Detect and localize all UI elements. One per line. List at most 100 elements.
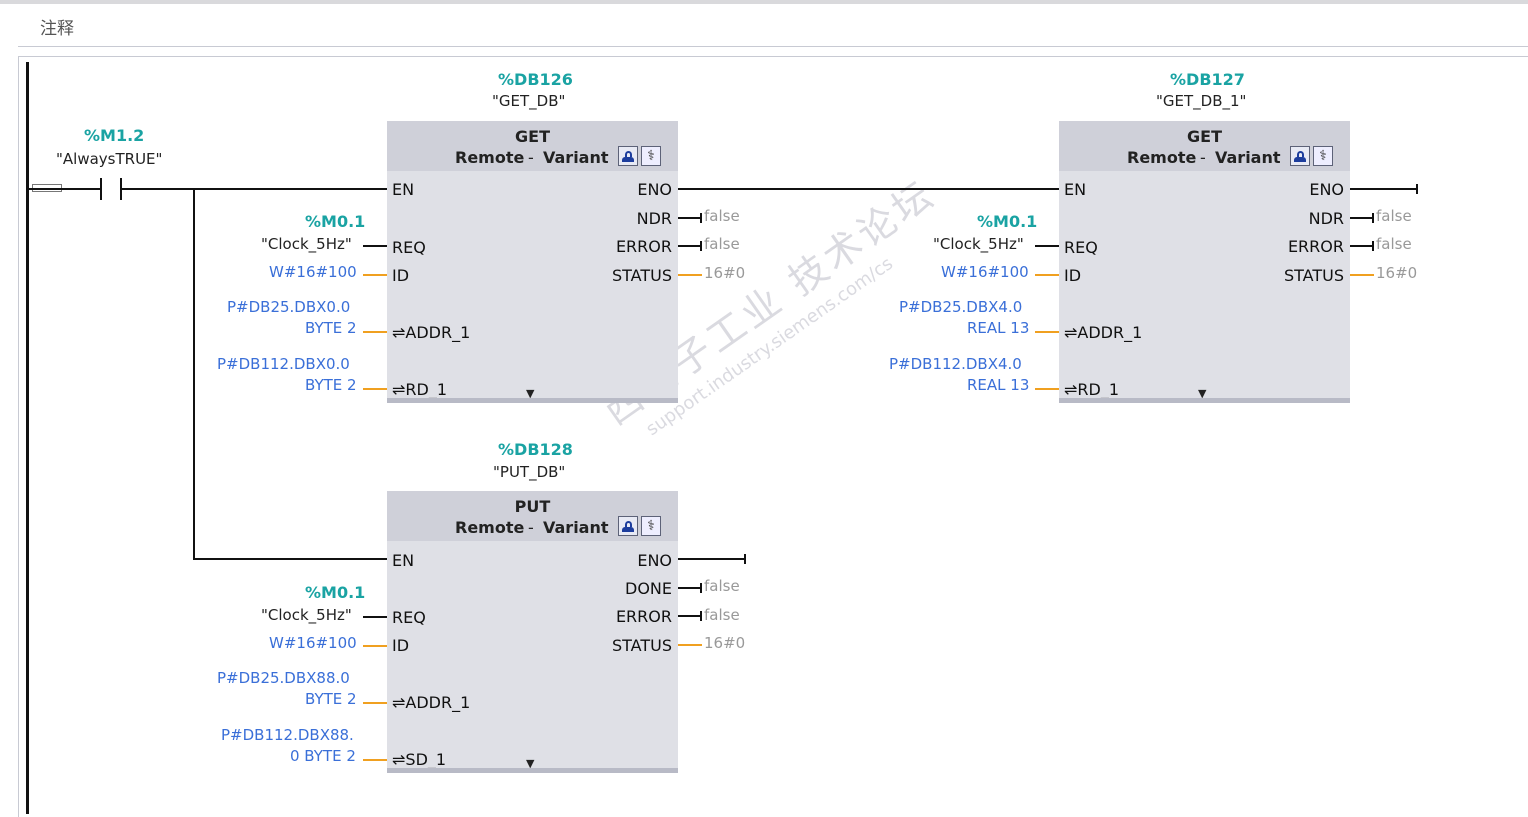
pin-en: EN bbox=[392, 551, 415, 570]
wire-end bbox=[700, 241, 702, 251]
get-block-type: GET bbox=[515, 127, 550, 146]
ndr-value: false bbox=[1376, 207, 1412, 225]
remote-param[interactable]: Remote bbox=[1123, 148, 1200, 167]
wire bbox=[193, 558, 387, 560]
addr-value-line1[interactable]: P#DB25.DBX4.0 bbox=[899, 300, 1022, 315]
done-value: false bbox=[704, 577, 740, 595]
pin-ndr: NDR bbox=[636, 209, 672, 228]
online-diagnostics-icon[interactable] bbox=[618, 516, 638, 536]
variant-param[interactable]: Variant bbox=[539, 148, 613, 167]
pin-id: ID bbox=[1064, 266, 1082, 285]
rd-value-line2[interactable]: BYTE 2 bbox=[305, 378, 357, 393]
error-value: false bbox=[1376, 235, 1412, 253]
eno-wire bbox=[678, 558, 746, 560]
rd-wire bbox=[363, 388, 387, 390]
ndr-wire bbox=[678, 217, 702, 219]
pin-eno: ENO bbox=[1309, 180, 1344, 199]
pin-status: STATUS bbox=[611, 636, 672, 655]
pin-sd-1: ⇌SD_1 bbox=[392, 750, 447, 769]
sd-value-line1[interactable]: P#DB112.DBX88. bbox=[221, 728, 354, 743]
wire-end bbox=[744, 554, 746, 564]
req-symbol[interactable]: "Clock_5Hz" bbox=[261, 237, 352, 252]
online-diagnostics-icon[interactable] bbox=[618, 146, 638, 166]
sd-wire bbox=[363, 759, 387, 761]
variant-param[interactable]: Variant bbox=[1211, 148, 1285, 167]
wire-end bbox=[1416, 184, 1418, 194]
req-wire bbox=[363, 245, 387, 247]
pin-error: ERROR bbox=[1287, 237, 1344, 256]
stethoscope-icon[interactable]: ⚕ bbox=[1313, 146, 1333, 166]
contact-left-bar[interactable] bbox=[100, 178, 102, 200]
error-value: false bbox=[704, 606, 740, 624]
id-wire bbox=[1035, 274, 1059, 276]
pin-addr-1: ⇌ADDR_1 bbox=[1064, 323, 1143, 342]
status-value: 16#0 bbox=[1376, 264, 1418, 282]
error-wire bbox=[1350, 245, 1374, 247]
block-footer bbox=[387, 768, 678, 773]
top-border bbox=[0, 0, 1528, 4]
addr-value-line1[interactable]: P#DB25.DBX88.0 bbox=[217, 671, 350, 686]
ndr-value: false bbox=[704, 207, 740, 225]
get-db-address[interactable]: %DB126 bbox=[498, 72, 573, 88]
error-value: false bbox=[704, 235, 740, 253]
remote-param[interactable]: Remote bbox=[451, 148, 528, 167]
addr-value-line2[interactable]: REAL 13 bbox=[967, 321, 1029, 336]
addr-value-line2[interactable]: BYTE 2 bbox=[305, 321, 357, 336]
status-value: 16#0 bbox=[704, 264, 746, 282]
wire-end bbox=[700, 213, 702, 223]
variant-param[interactable]: Variant bbox=[539, 518, 613, 537]
param-separator: - bbox=[1200, 148, 1206, 167]
put-db-address[interactable]: %DB128 bbox=[498, 442, 573, 458]
ndr-wire bbox=[1350, 217, 1374, 219]
put-block[interactable]: PUT Remote - Variant ⚕ EN REQ ID ⇌ADDR_1… bbox=[387, 491, 678, 773]
id-wire bbox=[363, 645, 387, 647]
rd-wire bbox=[1035, 388, 1059, 390]
rd-value-line1[interactable]: P#DB112.DBX0.0 bbox=[217, 357, 350, 372]
branch-wire bbox=[193, 188, 195, 560]
online-diagnostics-icon[interactable] bbox=[1290, 146, 1310, 166]
stethoscope-icon[interactable]: ⚕ bbox=[641, 516, 661, 536]
id-value[interactable]: W#16#100 bbox=[269, 636, 357, 651]
req-symbol[interactable]: "Clock_5Hz" bbox=[261, 608, 352, 623]
pin-id: ID bbox=[392, 636, 410, 655]
pin-req: REQ bbox=[392, 238, 426, 257]
addr-wire bbox=[363, 702, 387, 704]
addr-value-line1[interactable]: P#DB25.DBX0.0 bbox=[227, 300, 350, 315]
get-db-symbol[interactable]: "GET_DB" bbox=[492, 94, 565, 109]
pin-status: STATUS bbox=[1283, 266, 1344, 285]
req-address[interactable]: %M0.1 bbox=[305, 214, 365, 230]
pin-req: REQ bbox=[1064, 238, 1098, 257]
param-separator: - bbox=[528, 518, 534, 537]
put-db-symbol[interactable]: "PUT_DB" bbox=[493, 465, 565, 480]
pin-ndr: NDR bbox=[1308, 209, 1344, 228]
pin-eno: ENO bbox=[637, 551, 672, 570]
status-wire bbox=[678, 274, 702, 276]
wire bbox=[29, 188, 100, 190]
sd-value-line2[interactable]: 0 BYTE 2 bbox=[290, 749, 356, 764]
status-wire bbox=[678, 644, 702, 646]
contact-symbol[interactable]: "AlwaysTRUE" bbox=[56, 152, 162, 167]
remote-param[interactable]: Remote bbox=[451, 518, 528, 537]
wire-end bbox=[700, 583, 702, 593]
rd-value-line1[interactable]: P#DB112.DBX4.0 bbox=[889, 357, 1022, 372]
id-value[interactable]: W#16#100 bbox=[269, 265, 357, 280]
network-comment-field[interactable]: 注释 bbox=[18, 10, 1528, 47]
pin-rd-1: ⇌RD_1 bbox=[392, 380, 448, 399]
pin-en: EN bbox=[1064, 180, 1087, 199]
req-address[interactable]: %M0.1 bbox=[977, 214, 1037, 230]
get-db-1-symbol[interactable]: "GET_DB_1" bbox=[1156, 94, 1246, 109]
wire-end bbox=[1372, 213, 1374, 223]
get-block[interactable]: GET Remote - Variant ⚕ EN REQ ID ⇌ADDR_1… bbox=[387, 121, 678, 403]
addr-wire bbox=[1035, 331, 1059, 333]
contact-address[interactable]: %M1.2 bbox=[84, 128, 144, 144]
id-value[interactable]: W#16#100 bbox=[941, 265, 1029, 280]
rd-value-line2[interactable]: REAL 13 bbox=[967, 378, 1029, 393]
addr-value-line2[interactable]: BYTE 2 bbox=[305, 692, 357, 707]
get-db-1-address[interactable]: %DB127 bbox=[1170, 72, 1245, 88]
req-symbol[interactable]: "Clock_5Hz" bbox=[933, 237, 1024, 252]
get-block-2[interactable]: GET Remote - Variant ⚕ EN REQ ID ⇌ADDR_1… bbox=[1059, 121, 1350, 403]
error-wire bbox=[678, 615, 702, 617]
req-address[interactable]: %M0.1 bbox=[305, 585, 365, 601]
stethoscope-icon[interactable]: ⚕ bbox=[641, 146, 661, 166]
eno-wire bbox=[1350, 188, 1418, 190]
